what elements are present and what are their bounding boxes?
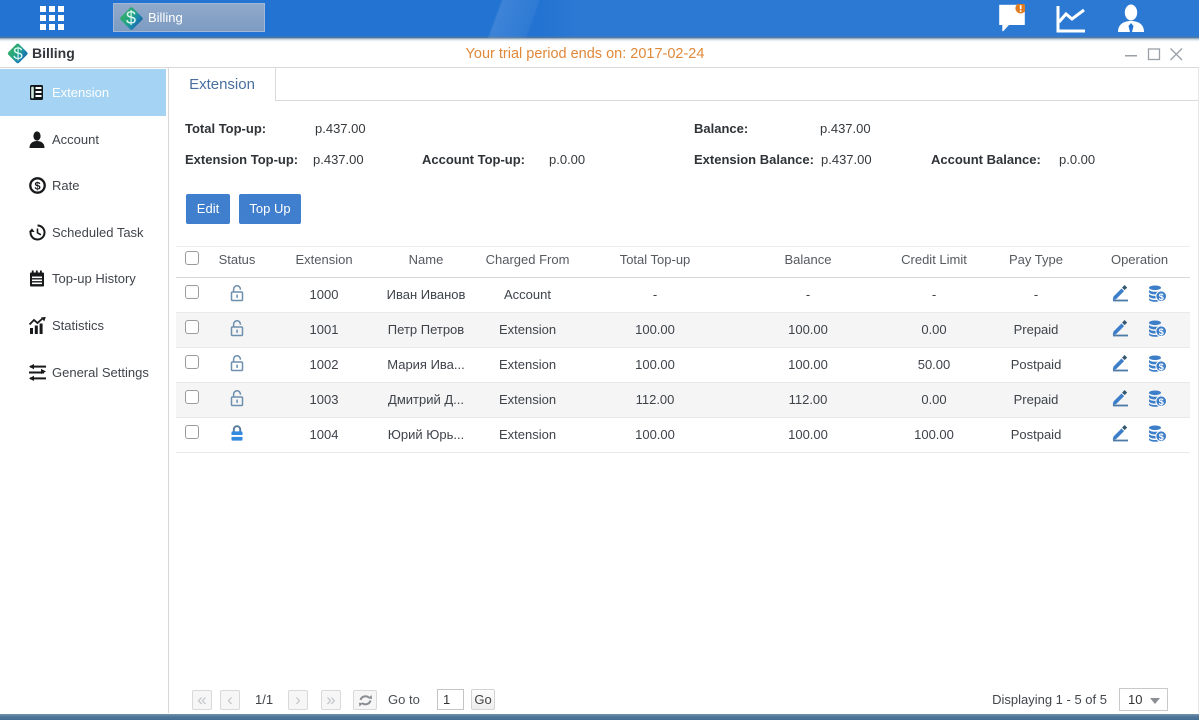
svg-text:$: $	[1159, 396, 1164, 406]
svg-text:$: $	[34, 181, 40, 193]
svg-text:$: $	[1159, 291, 1164, 301]
svg-text:$: $	[1159, 361, 1164, 371]
svg-text:$: $	[1159, 326, 1164, 336]
svg-text:$: $	[1159, 431, 1164, 441]
